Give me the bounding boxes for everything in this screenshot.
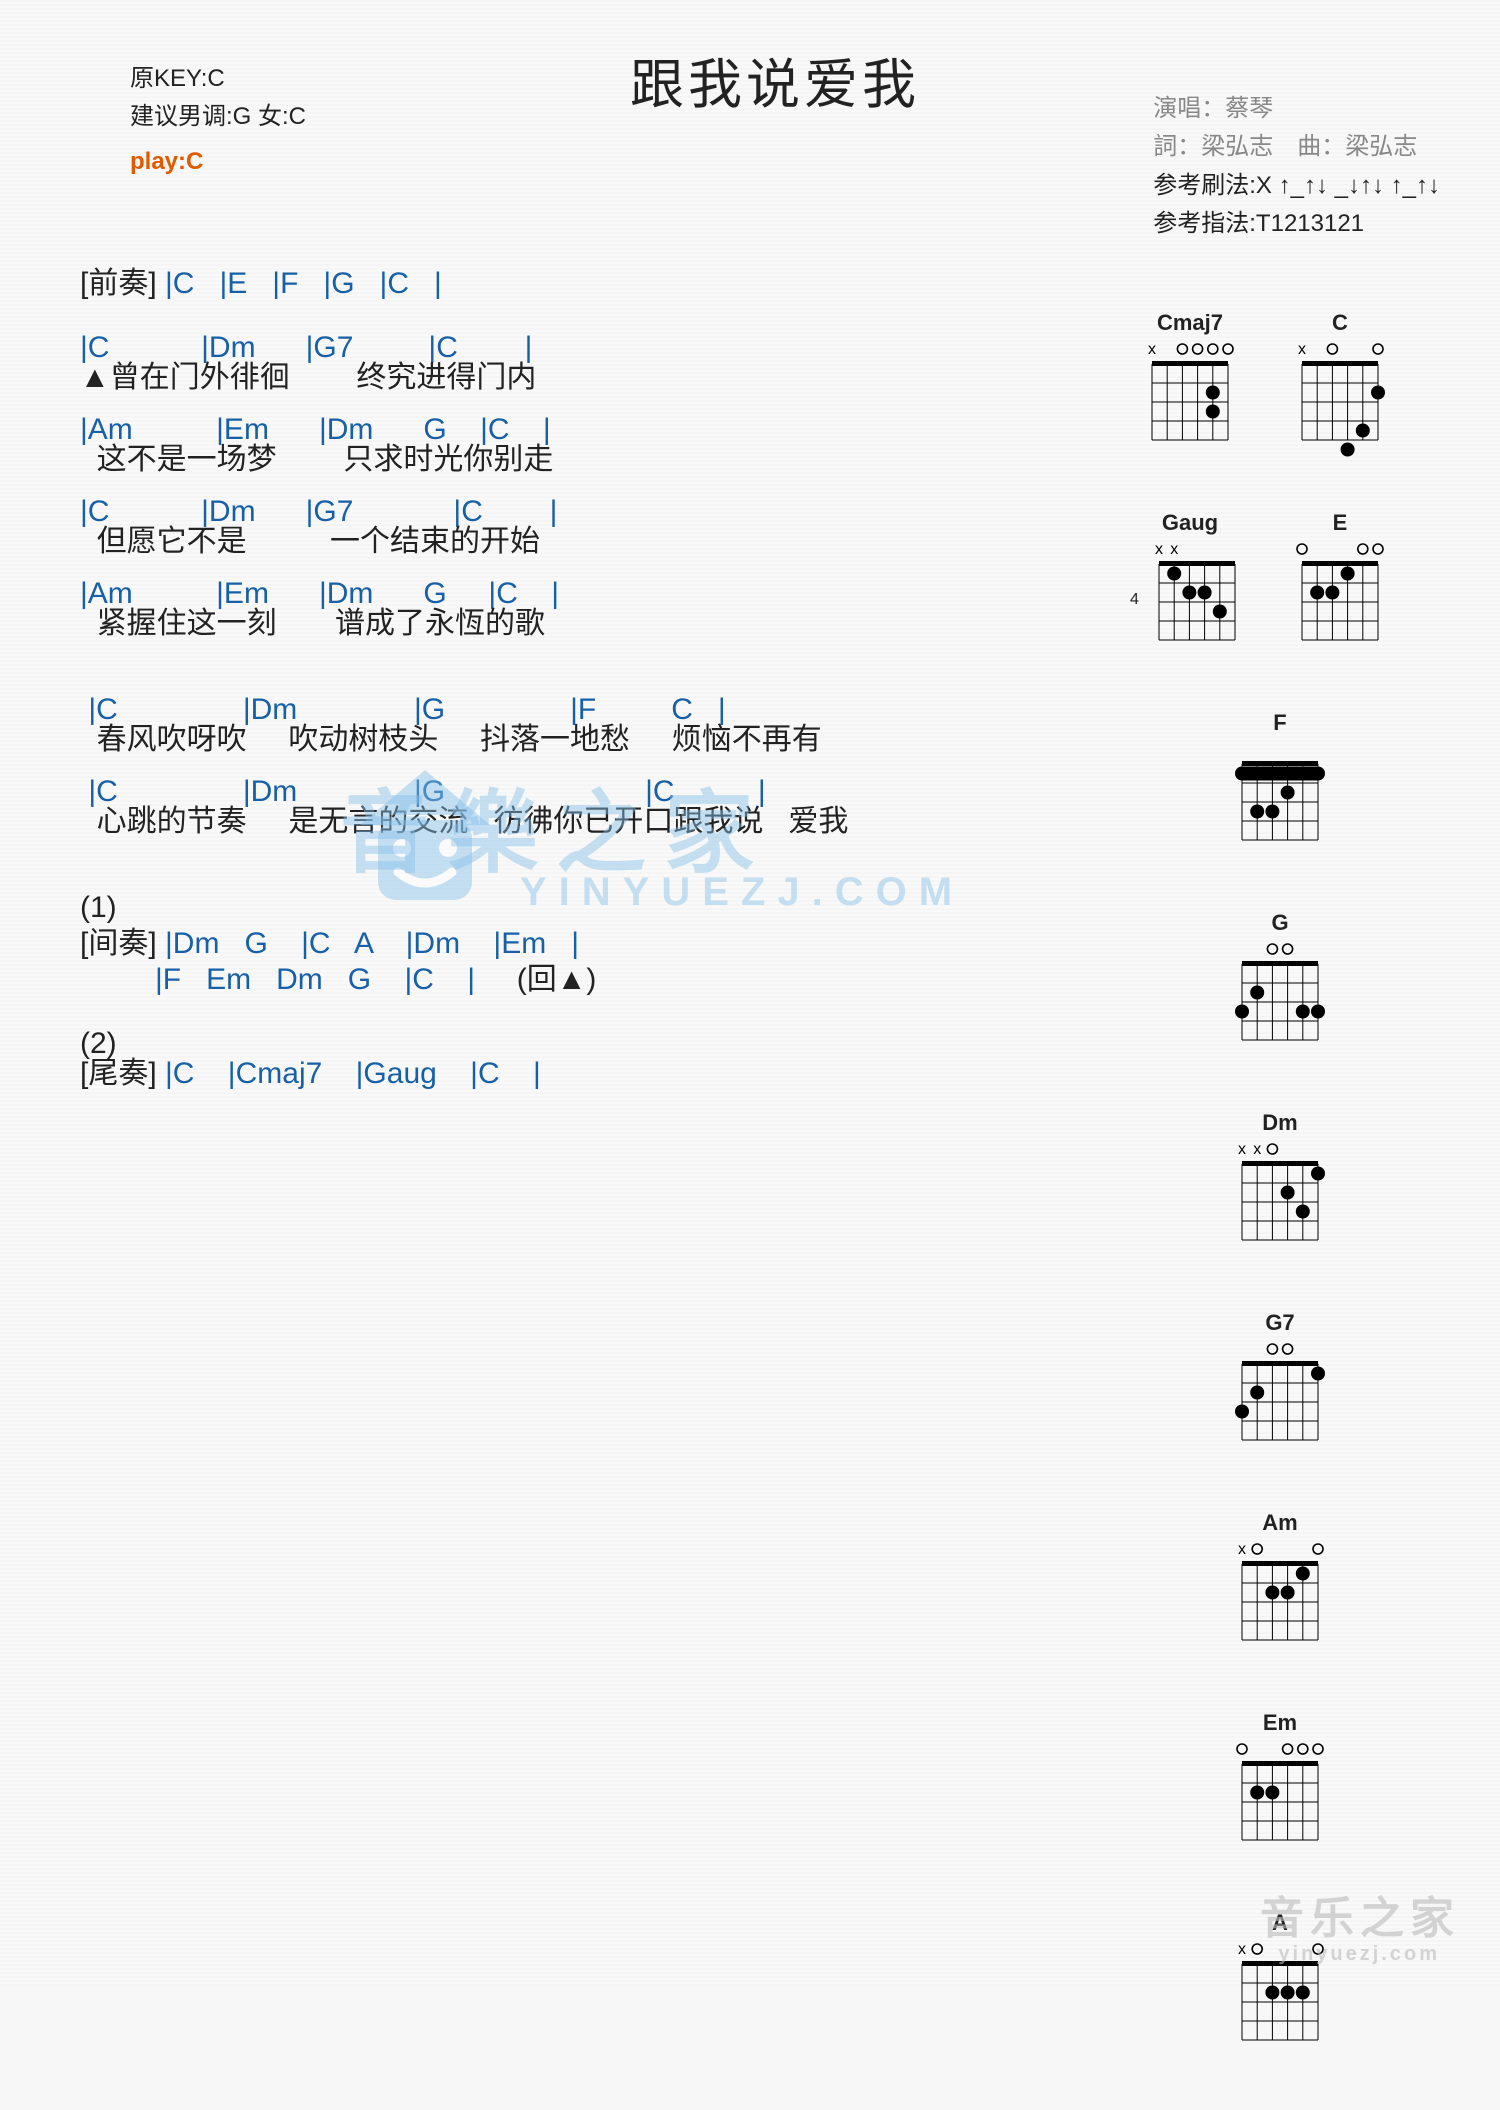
lyric-line: ▲曾在门外徘徊 终究进得门内 (80, 363, 1110, 393)
chord-line: |Am |Em |Dm G |C | (80, 415, 1110, 445)
svg-text:x: x (1155, 541, 1163, 558)
chord-diagram-c: Cx (1280, 310, 1400, 460)
chord-row: Cmaj7xCx (1130, 310, 1430, 460)
svg-text:x: x (1148, 341, 1156, 358)
svg-text:x: x (1298, 341, 1306, 358)
chord-row: G (1130, 910, 1430, 1060)
chord-sheet-page: 跟我说爱我 原KEY:C 建议男调:G 女:C play:C 演唱：蔡琴 詞：梁… (0, 0, 1500, 1986)
svg-text:x: x (1238, 1141, 1246, 1158)
lyric-line: 但愿它不是 一个结束的开始 (80, 527, 1110, 557)
meta-right: 演唱：蔡琴 詞：梁弘志 曲：梁弘志 参考刷法:X ↑_↑↓ _↓↑↓ ↑_↑↓ … (1153, 90, 1440, 244)
singer: 演唱：蔡琴 (1153, 90, 1440, 128)
chord-row: Dmxx (1130, 1110, 1430, 1260)
chord-row: F (1130, 710, 1430, 860)
lyric-line: 这不是一场梦 只求时光你别走 (80, 445, 1110, 475)
chord-line: |C |Dm |G |F C | (80, 695, 1110, 725)
svg-text:x: x (1238, 1541, 1246, 1558)
play-key: play:C (130, 143, 306, 181)
svg-text:x: x (1253, 1141, 1261, 1158)
chord-line: |C |Dm |G7 |C | (80, 333, 1110, 363)
svg-text:x: x (1238, 1941, 1246, 1958)
meta-left: 原KEY:C 建议男调:G 女:C play:C (130, 60, 306, 181)
chord-line: |C |Dm |G |C | (80, 777, 1110, 807)
chord-row: Amx (1130, 1510, 1430, 1660)
verse-block: |C |Dm |G7 |C |▲曾在门外徘徊 终究进得门内|Am |Em |Dm… (80, 333, 1110, 639)
bridge-line-2: |F Em Dm G |C | (回▲) (80, 965, 1110, 995)
repeat-1: (1) (80, 893, 1110, 923)
chord-line: |C |Dm |G7 |C | (80, 497, 1110, 527)
lyric-line: 心跳的节奏 是无言的交流 彷彿你已开口跟我说 爱我 (80, 807, 1110, 837)
chord-diagram-f: F (1220, 710, 1340, 860)
outro-line: [尾奏] |C |Cmaj7 |Gaug |C | (80, 1059, 1110, 1089)
footer-logo: 音乐之家 (1260, 1882, 1460, 1946)
chord-row: Em (1130, 1710, 1430, 1860)
chord-diagram-g7: G7 (1220, 1310, 1340, 1460)
chord-diagram-em: Em (1220, 1710, 1340, 1860)
chord-diagram-cmaj7: Cmaj7x (1130, 310, 1250, 460)
sheet-body: [前奏] |C |E |F |G |C | |C |Dm |G7 |C |▲曾在… (80, 269, 1110, 1089)
svg-text:x: x (1171, 541, 1179, 558)
chord-row: G7 (1130, 1310, 1430, 1460)
repeat-2: (2) (80, 1029, 1110, 1059)
chord-diagram-dm: Dmxx (1220, 1110, 1340, 1260)
chord-diagram-g: G (1220, 910, 1340, 1060)
suggest-key: 建议男调:G 女:C (130, 98, 306, 136)
bridge-line-1: [间奏] |Dm G |C A |Dm |Em | (80, 929, 1110, 959)
chord-diagram-gaug: Gaug4xx (1130, 510, 1250, 660)
credits: 詞：梁弘志 曲：梁弘志 (1153, 128, 1440, 166)
pick-pattern: 参考指法:T1213121 (1153, 205, 1440, 243)
footer-logo-url: yinyuezj.com (1278, 1943, 1440, 1966)
chord-line: |Am |Em |Dm G |C | (80, 579, 1110, 609)
chord-diagram-sidebar: Cmaj7xCxGaug4xxEFGDmxxG7AmxEmAx (1130, 310, 1430, 2110)
lyric-line: 春风吹呀吹 吹动树枝头 抖落一地愁 烦恼不再有 (80, 725, 1110, 755)
chord-row: Gaug4xxE (1130, 510, 1430, 660)
chord-diagram-am: Amx (1220, 1510, 1340, 1660)
chord-diagram-e: E (1280, 510, 1400, 660)
lyric-line: 紧握住这一刻 谱成了永恆的歌 (80, 609, 1110, 639)
strum-pattern: 参考刷法:X ↑_↑↓ _↓↑↓ ↑_↑↓ (1153, 167, 1440, 205)
intro-line: [前奏] |C |E |F |G |C | (80, 269, 1110, 299)
orig-key: 原KEY:C (130, 60, 306, 98)
chorus-block: |C |Dm |G |F C | 春风吹呀吹 吹动树枝头 抖落一地愁 烦恼不再有… (80, 695, 1110, 837)
